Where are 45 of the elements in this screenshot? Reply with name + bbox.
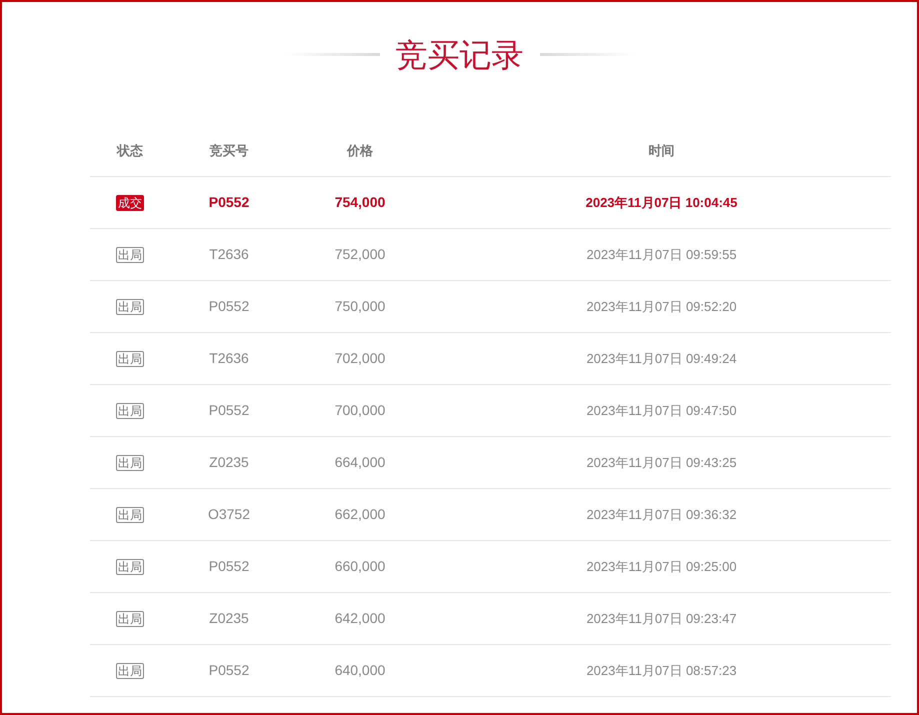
bidder-number: Z0235 <box>209 609 249 628</box>
column-header: 价格 <box>347 142 373 160</box>
bid-price: 662,000 <box>334 505 386 524</box>
bid-price: 700,000 <box>334 401 386 420</box>
bidder-number: T2636 <box>209 245 249 264</box>
bidder-number: Z0235 <box>209 453 249 472</box>
bid-time: 2023年11月07日 09:59:55 <box>586 246 737 264</box>
page-title: 竞买记录 <box>396 34 524 74</box>
status-badge: 出局 <box>116 558 144 574</box>
bid-time: 2023年11月07日 09:43:25 <box>586 454 737 472</box>
status-badge: 出局 <box>116 402 144 418</box>
bidder-number: T2636 <box>209 349 249 368</box>
status-badge: 出局 <box>116 610 144 626</box>
status-badge: 出局 <box>116 662 144 678</box>
bid-price: 660,000 <box>334 557 386 576</box>
status-badge: 出局 <box>116 506 144 522</box>
bid-time: 2023年11月07日 09:23:47 <box>586 610 737 628</box>
column-header: 竞买号 <box>210 142 248 160</box>
bid-time: 2023年11月07日 08:57:23 <box>586 662 737 680</box>
bidder-number: P0552 <box>208 557 250 576</box>
bid-price: 664,000 <box>334 453 386 472</box>
column-header: 时间 <box>648 142 674 160</box>
status-badge: 出局 <box>116 298 144 314</box>
bid-price: 752,000 <box>334 245 386 264</box>
bid-price: 642,000 <box>334 609 386 628</box>
bidder-number: O3752 <box>208 505 250 524</box>
bid-price: 750,000 <box>334 297 386 316</box>
bid-time: 2023年11月07日 09:47:50 <box>586 402 737 420</box>
bid-time: 2023年11月07日 10:04:45 <box>586 194 738 212</box>
bid-time: 2023年11月07日 09:52:20 <box>586 298 737 316</box>
bidder-number: P0552 <box>208 401 250 420</box>
status-badge: 成交 <box>116 194 144 210</box>
bidder-number: P0552 <box>208 297 250 316</box>
bid-time: 2023年11月07日 09:25:00 <box>586 558 737 576</box>
bidder-number: P0552 <box>208 661 250 680</box>
bid-time: 2023年11月07日 09:49:24 <box>586 350 737 368</box>
bid-time: 2023年11月07日 09:36:32 <box>586 506 737 524</box>
bid-price: 702,000 <box>334 349 386 368</box>
status-badge: 出局 <box>116 350 144 366</box>
status-badge: 出局 <box>116 454 144 470</box>
bid-price: 640,000 <box>334 661 386 680</box>
bid-price: 754,000 <box>334 193 386 212</box>
column-header: 状态 <box>117 142 143 160</box>
bidder-number: P0552 <box>208 193 250 212</box>
status-badge: 出局 <box>116 246 144 262</box>
